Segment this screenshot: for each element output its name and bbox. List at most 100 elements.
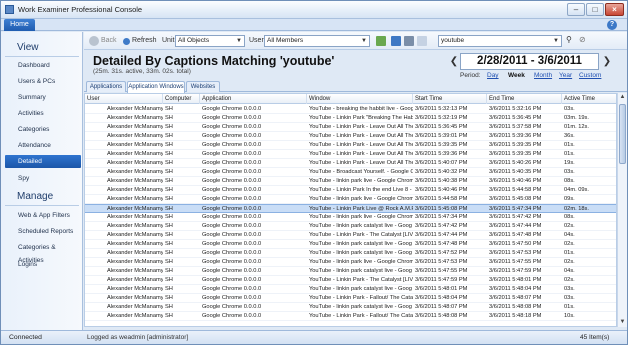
sidebar-item-scheduled-reports[interactable]: Scheduled Reports [5,225,81,238]
cell-active-time: 10s. [564,313,575,319]
table-row[interactable]: Alexander McManamy SH Google Chrome 0.0.0.… [85,267,616,276]
table-row[interactable]: Alexander McManamy SH Google Chrome 0.0.0.… [85,231,616,240]
help-icon[interactable]: ? [607,20,617,30]
table-row[interactable]: Alexander McManamy SH Google Chrome 0.0.0.… [85,168,616,177]
table-row[interactable]: Alexander McManamy SH Google Chrome 0.0.0.… [85,276,616,285]
table-row[interactable]: Alexander McManamy SH Google Chrome 0.0.0.… [85,312,616,321]
cell-start-time: 3/6/2011 5:36:45 PM [415,124,468,130]
column-header-end-time[interactable]: End Time [487,94,562,104]
table-row[interactable]: Alexander McManamy SH Google Chrome 0.0.0.… [85,114,616,123]
table-row[interactable]: Alexander McManamy SH Google Chrome 0.0.0.… [85,222,616,231]
scroll-up-icon[interactable]: ▲ [618,93,627,102]
tab-home[interactable]: Home [4,19,35,31]
cell-computer: SH [165,214,173,220]
column-header-application[interactable]: Application [200,94,307,104]
table-row[interactable]: Alexander McManamy SH Google Chrome 0.0.0.… [85,294,616,303]
cell-start-time: 3/6/2011 5:48:01 PM [415,286,468,292]
tab-applications[interactable]: Applications [86,81,126,92]
search-icon[interactable]: ⚲ [566,35,572,44]
cell-active-time: 03s. [564,169,575,175]
tab-application-windows[interactable]: Application Windows [127,81,185,93]
cell-computer: SH [165,151,173,157]
sidebar-item-detailed[interactable]: Detailed [5,155,81,168]
clear-search-icon[interactable]: ⊘ [579,35,586,44]
cell-end-time: 3/6/2011 5:48:07 PM [489,295,542,301]
print-icon[interactable] [404,36,414,46]
cell-active-time: 19s. [564,160,575,166]
cell-user: Alexander McManamy [107,214,163,220]
table-row[interactable]: Alexander McManamy SH Google Chrome 0.0.0.… [85,303,616,312]
sidebar-item-attendance[interactable]: Attendance [5,139,81,152]
maximize-button[interactable]: □ [586,3,604,16]
vertical-scrollbar[interactable]: ▲ ▼ [617,93,627,327]
period-custom-link[interactable]: Custom [579,72,601,79]
sidebar-item-categories-activities[interactable]: Categories & Activities [5,241,81,264]
cell-application: Google Chrome 0.0.0.0 [202,232,262,238]
table-row[interactable]: Alexander McManamy SH Google Chrome 0.0.0.… [85,204,616,213]
cell-computer: SH [165,160,173,166]
cell-start-time: 3/6/2011 5:47:53 PM [415,259,468,265]
column-header-start-time[interactable]: Start Time [413,94,487,104]
table-row[interactable]: Alexander McManamy SH Google Chrome 0.0.0.… [85,249,616,258]
sidebar-item-web-app-filters[interactable]: Web & App Filters [5,209,81,222]
sidebar-item-spy[interactable]: Spy [5,172,81,185]
sidebar-item-activities[interactable]: Activities [5,107,81,120]
period-day-link[interactable]: Day [487,72,499,79]
cell-user: Alexander McManamy [107,259,163,265]
scroll-down-icon[interactable]: ▼ [618,318,627,327]
column-header-user[interactable]: User [85,94,163,104]
table-row[interactable]: Alexander McManamy SH Google Chrome 0.0.0.… [85,177,616,186]
period-week-link[interactable]: Week [508,72,525,79]
next-period-button[interactable]: ❯ [602,54,612,69]
minimize-button[interactable]: – [567,3,585,16]
column-header-computer[interactable]: Computer [163,94,200,104]
table-row[interactable]: Alexander McManamy SH Google Chrome 0.0.0.… [85,132,616,141]
refresh-icon[interactable] [123,38,130,45]
table-row[interactable]: Alexander McManamy SH Google Chrome 0.0.0.… [85,105,616,114]
table-row[interactable]: Alexander McManamy SH Google Chrome 0.0.0.… [85,258,616,267]
table-row[interactable]: Alexander McManamy SH Google Chrome 0.0.0.… [85,150,616,159]
refresh-button[interactable]: Refresh [132,37,157,44]
export-icon[interactable] [417,36,427,46]
sidebar-item-users-pcs[interactable]: Users & PCs [5,75,81,88]
unit-dropdown[interactable]: All Objects ▼ [175,35,245,47]
save-icon[interactable] [391,36,401,46]
sidebar-item-dashboard[interactable]: Dashboard [5,59,81,72]
data-grid[interactable]: User Computer Application Window Start T… [84,93,617,327]
column-header-active-time[interactable]: Active Time [562,94,616,104]
sidebar-item-logins[interactable]: Logins [5,258,81,271]
cell-end-time: 3/6/2011 5:47:59 PM [489,268,542,274]
back-button[interactable]: Back [101,37,117,44]
period-year-link[interactable]: Year [559,72,572,79]
tab-websites[interactable]: Websites [186,81,220,92]
table-row[interactable]: Alexander McManamy SH Google Chrome 0.0.0.… [85,186,616,195]
sidebar-item-categories[interactable]: Categories [5,123,81,136]
cell-window: YouTube - linkin park catalyst live - Go… [309,268,412,274]
search-input[interactable]: youtube ▼ [438,35,562,47]
column-header-window[interactable]: Window [307,94,413,104]
table-row[interactable]: Alexander McManamy SH Google Chrome 0.0.0.… [85,240,616,249]
table-row[interactable]: Alexander McManamy SH Google Chrome 0.0.0.… [85,195,616,204]
table-row[interactable]: Alexander McManamy SH Google Chrome 0.0.0.… [85,123,616,132]
previous-period-button[interactable]: ❮ [449,54,459,69]
back-arrow-icon[interactable] [89,36,99,46]
scrollbar-thumb[interactable] [619,104,626,164]
cell-user: Alexander McManamy [107,142,163,148]
cell-active-time: 01s. [564,304,575,310]
app-icon [5,5,14,14]
table-row[interactable]: Alexander McManamy SH Google Chrome 0.0.0.… [85,141,616,150]
sidebar-item-summary[interactable]: Summary [5,91,81,104]
table-row[interactable]: Alexander McManamy SH Google Chrome 0.0.0.… [85,213,616,222]
cell-end-time: 3/6/2011 5:48:01 PM [489,277,542,283]
table-row[interactable]: Alexander McManamy SH Google Chrome 0.0.0.… [85,159,616,168]
close-button[interactable]: × [605,3,624,16]
filter-icon[interactable] [376,36,386,46]
cell-end-time: 3/6/2011 5:39:35 PM [489,142,542,148]
period-month-link[interactable]: Month [534,72,552,79]
cell-user: Alexander McManamy [107,250,163,256]
cell-active-time: 36s. [564,133,575,139]
user-dropdown[interactable]: All Members ▼ [264,35,370,47]
date-range[interactable]: 2/28/2011 - 3/6/2011 [460,53,599,70]
table-row[interactable]: Alexander McManamy SH Google Chrome 0.0.0.… [85,285,616,294]
title-bar[interactable]: Work Examiner Professional Console – □ × [1,1,627,19]
